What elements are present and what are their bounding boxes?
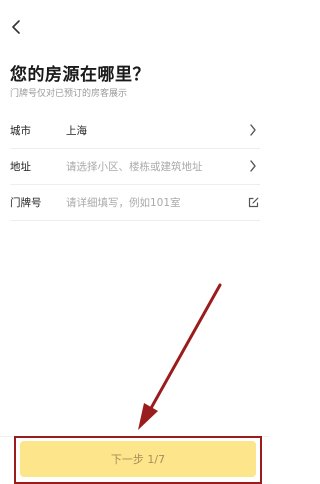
annotation-highlight-box — [14, 436, 262, 484]
address-placeholder: 请选择小区、楼栋或建筑地址 — [66, 160, 203, 173]
city-value: 上海 — [66, 124, 87, 137]
door-number-row[interactable]: 门牌号 请详细填写，例如101室 — [10, 184, 260, 221]
door-number-label: 门牌号 — [10, 196, 42, 209]
edit-icon — [246, 195, 260, 209]
city-label: 城市 — [10, 124, 31, 137]
back-button[interactable] — [6, 18, 26, 38]
address-row[interactable]: 地址 请选择小区、楼栋或建筑地址 — [10, 148, 260, 185]
door-number-input[interactable]: 请详细填写，例如101室 — [66, 195, 246, 210]
city-row[interactable]: 城市 上海 — [10, 112, 260, 149]
chevron-right-icon — [246, 159, 260, 173]
page-title: 您的房源在哪里？ — [10, 65, 150, 85]
address-label: 地址 — [10, 160, 31, 173]
chevron-right-icon — [246, 123, 260, 137]
page-subtitle: 门牌号仅对已预订的房客展示 — [10, 89, 128, 99]
chevron-left-icon — [10, 19, 22, 38]
